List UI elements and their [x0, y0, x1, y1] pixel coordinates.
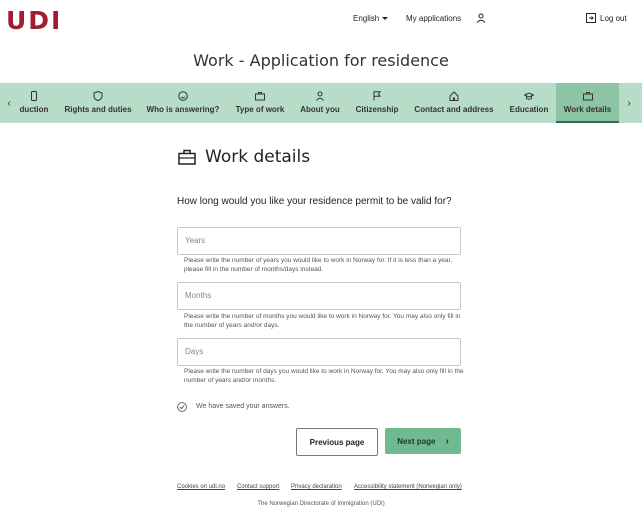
- language-label: English: [353, 14, 380, 23]
- months-placeholder: Months: [185, 291, 212, 300]
- shield-icon: [93, 91, 103, 101]
- footer-link-contact[interactable]: Contact support: [237, 484, 279, 490]
- section-title: Work details: [205, 147, 311, 167]
- nav-item-type-of-work[interactable]: Type of work: [232, 83, 288, 123]
- language-selector[interactable]: English: [353, 14, 389, 23]
- nav-item-contact-address[interactable]: Contact and address: [410, 83, 498, 123]
- nav-right-arrow-icon[interactable]: ›: [622, 83, 636, 123]
- top-header: UDI English My applications Log out: [0, 0, 642, 44]
- nav-item-label: About you: [300, 105, 340, 114]
- months-hint: Please write the number of months you wo…: [184, 313, 461, 329]
- chevron-right-icon: ›: [445, 435, 449, 447]
- nav-item-citizenship[interactable]: Citizenship: [353, 83, 401, 123]
- nav-item-label: Rights and duties: [64, 105, 132, 114]
- check-circle-icon: [177, 402, 187, 412]
- nav-item-label: Citizenship: [355, 105, 399, 114]
- house-icon: [449, 91, 459, 101]
- nav-item-label: Type of work: [235, 105, 285, 114]
- next-page-button[interactable]: Next page ›: [385, 428, 461, 454]
- step-navigation: ‹ duction Rights and duties Who is answe…: [0, 83, 642, 123]
- footer-link-privacy[interactable]: Privacy declaration: [291, 484, 342, 490]
- graduation-cap-icon: [524, 92, 534, 100]
- years-input[interactable]: Years: [177, 227, 461, 255]
- footer-organization: The Norwegian Directorate of Immigration…: [257, 501, 385, 507]
- face-icon: [178, 91, 188, 101]
- flag-icon: [373, 91, 381, 101]
- logout-icon[interactable]: [586, 13, 596, 23]
- udi-logo[interactable]: UDI: [6, 6, 62, 35]
- days-hint: Please write the number of days you woul…: [184, 368, 464, 384]
- years-placeholder: Years: [185, 236, 206, 245]
- duration-question: How long would you like your residence p…: [177, 196, 452, 207]
- nav-item-label: Contact and address: [414, 105, 494, 114]
- previous-page-button[interactable]: Previous page: [296, 428, 378, 456]
- chevron-down-icon: [382, 17, 389, 21]
- nav-item-introduction[interactable]: duction: [14, 83, 54, 123]
- page-title: Work - Application for residence: [193, 51, 449, 70]
- days-input[interactable]: Days: [177, 338, 461, 366]
- nav-item-work-details[interactable]: Work details: [556, 83, 619, 123]
- nav-item-label: Who is answering?: [146, 105, 220, 114]
- nav-item-about-you[interactable]: About you: [297, 83, 343, 123]
- user-icon[interactable]: [476, 13, 486, 23]
- person-icon: [316, 91, 324, 101]
- phone-icon: [31, 91, 37, 101]
- nav-item-label: Work details: [563, 105, 612, 114]
- days-placeholder: Days: [185, 347, 204, 356]
- footer-link-accessibility[interactable]: Accessibility statement (Norwegian only): [354, 484, 462, 490]
- months-input[interactable]: Months: [177, 282, 461, 310]
- nav-item-label: Education: [509, 105, 549, 114]
- briefcase-icon: [178, 149, 196, 165]
- briefcase-icon: [255, 92, 265, 101]
- my-applications-link[interactable]: My applications: [406, 14, 461, 23]
- logout-link[interactable]: Log out: [600, 14, 627, 23]
- footer-link-cookies[interactable]: Cookies on udi.no: [177, 484, 225, 490]
- previous-page-label: Previous page: [309, 437, 365, 447]
- nav-item-who-answering[interactable]: Who is answering?: [143, 83, 223, 123]
- nav-item-education[interactable]: Education: [505, 83, 553, 123]
- nav-item-rights[interactable]: Rights and duties: [60, 83, 136, 123]
- next-page-label: Next page: [397, 436, 436, 446]
- saved-status: We have saved your answers.: [196, 403, 290, 410]
- nav-item-label: duction: [19, 105, 49, 114]
- briefcase-icon: [582, 92, 593, 101]
- years-hint: Please write the number of years you wou…: [184, 257, 453, 273]
